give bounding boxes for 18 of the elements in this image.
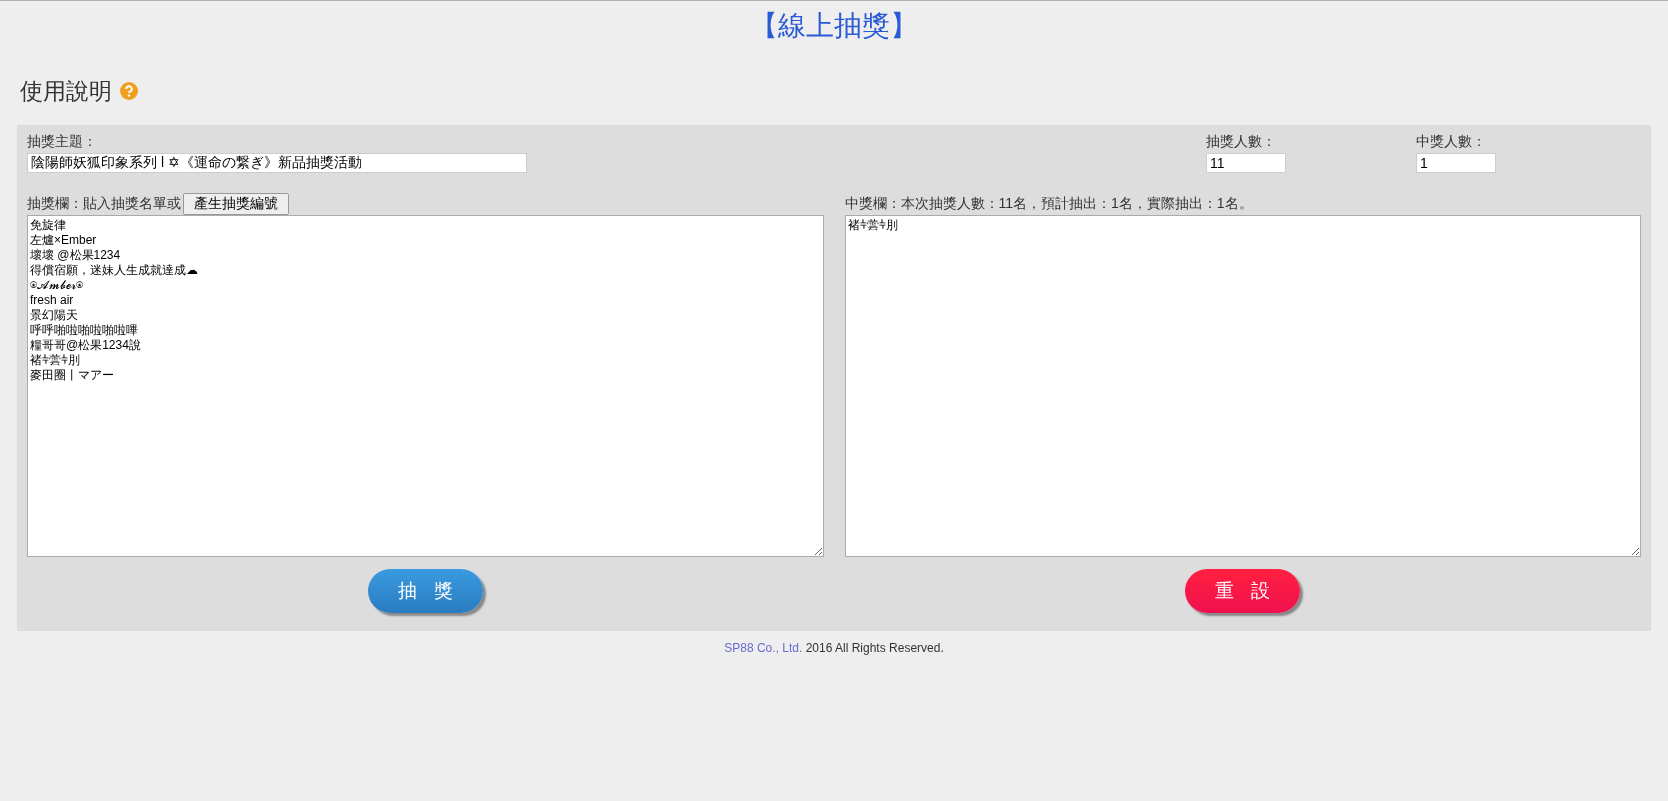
entrant-count-field[interactable]: 11 [1206, 153, 1286, 173]
winner-count-field[interactable]: 1 [1416, 153, 1496, 173]
copyright-text: SP88 Co., Ltd. 2016 All Rights Reserved. [724, 641, 944, 655]
topic-label: 抽獎主題： [27, 133, 98, 151]
winners-label: 中獎欄：本次抽獎人數：11名，預計抽出：1名，實際抽出：1名。 [844, 195, 1253, 213]
entries-label: 抽獎欄：貼入抽獎名單或 [27, 195, 181, 213]
help-heading: 使用說明 [20, 76, 112, 106]
winners-field[interactable]: 褚⫩蕓⫩刖 [844, 215, 1641, 557]
draw-button[interactable]: 抽獎 [367, 569, 483, 613]
entries-field[interactable]: 免旋律 左爐×Ember 壞壞 @松果1234 得償宿願，迷妹人生成就達成☁ ⍟𝓐𝓶𝓫𝓮𝓻⍟ fresh air 景幻陽天 呼呼啪啦啪啦啪啦嗶 糧哥哥@松果1234說 褚⫩蕓⫩刖 麥田圈丨マアー [27, 215, 824, 557]
page-title: 【線上抽獎】 [750, 10, 918, 41]
reset-button[interactable]: 重設 [1185, 569, 1301, 613]
generate-numbers-button[interactable]: 產生抽獎編號 [183, 193, 289, 215]
company-link[interactable]: SP88 Co., Ltd. [724, 641, 803, 655]
entrant-count-label: 抽獎人數： [1206, 133, 1277, 151]
help-icon[interactable] [120, 82, 138, 100]
winner-count-label: 中獎人數： [1416, 133, 1487, 151]
topic-field[interactable]: 陰陽師妖狐印象系列 l ✡《運命の繋ぎ》新品抽獎活動 [27, 153, 527, 173]
